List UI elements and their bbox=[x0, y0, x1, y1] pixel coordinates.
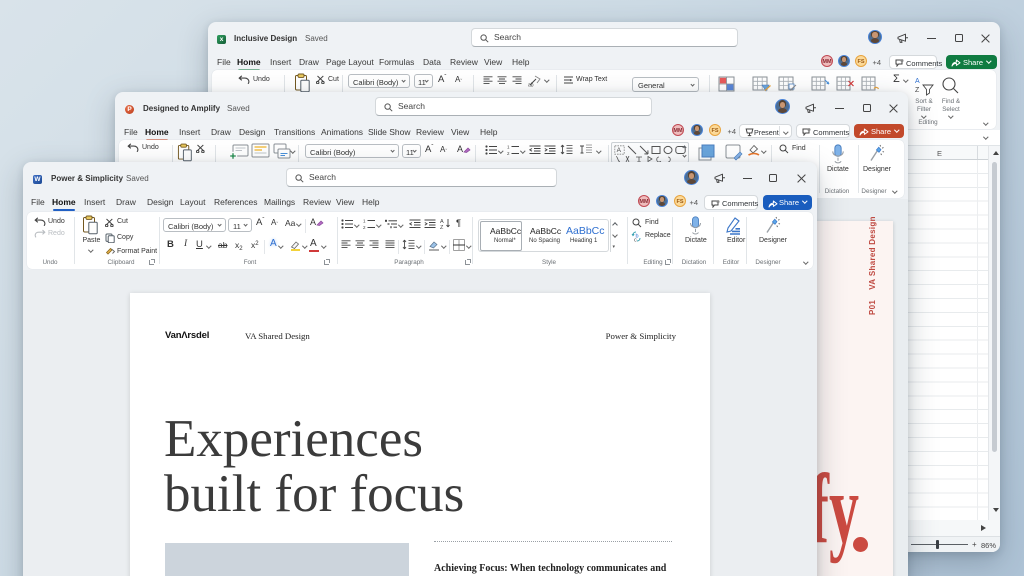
svg-text:c: c bbox=[634, 238, 637, 243]
svg-text:Z: Z bbox=[915, 87, 920, 94]
svg-text:A: A bbox=[915, 78, 920, 85]
svg-text:1: 1 bbox=[507, 145, 510, 149]
svg-text:A: A bbox=[616, 147, 621, 154]
svg-text:2: 2 bbox=[507, 151, 510, 155]
svg-text:1: 1 bbox=[363, 219, 366, 223]
svg-text:ab: ab bbox=[528, 83, 534, 88]
svg-text:Z: Z bbox=[440, 225, 444, 229]
svg-text:2: 2 bbox=[363, 225, 366, 229]
